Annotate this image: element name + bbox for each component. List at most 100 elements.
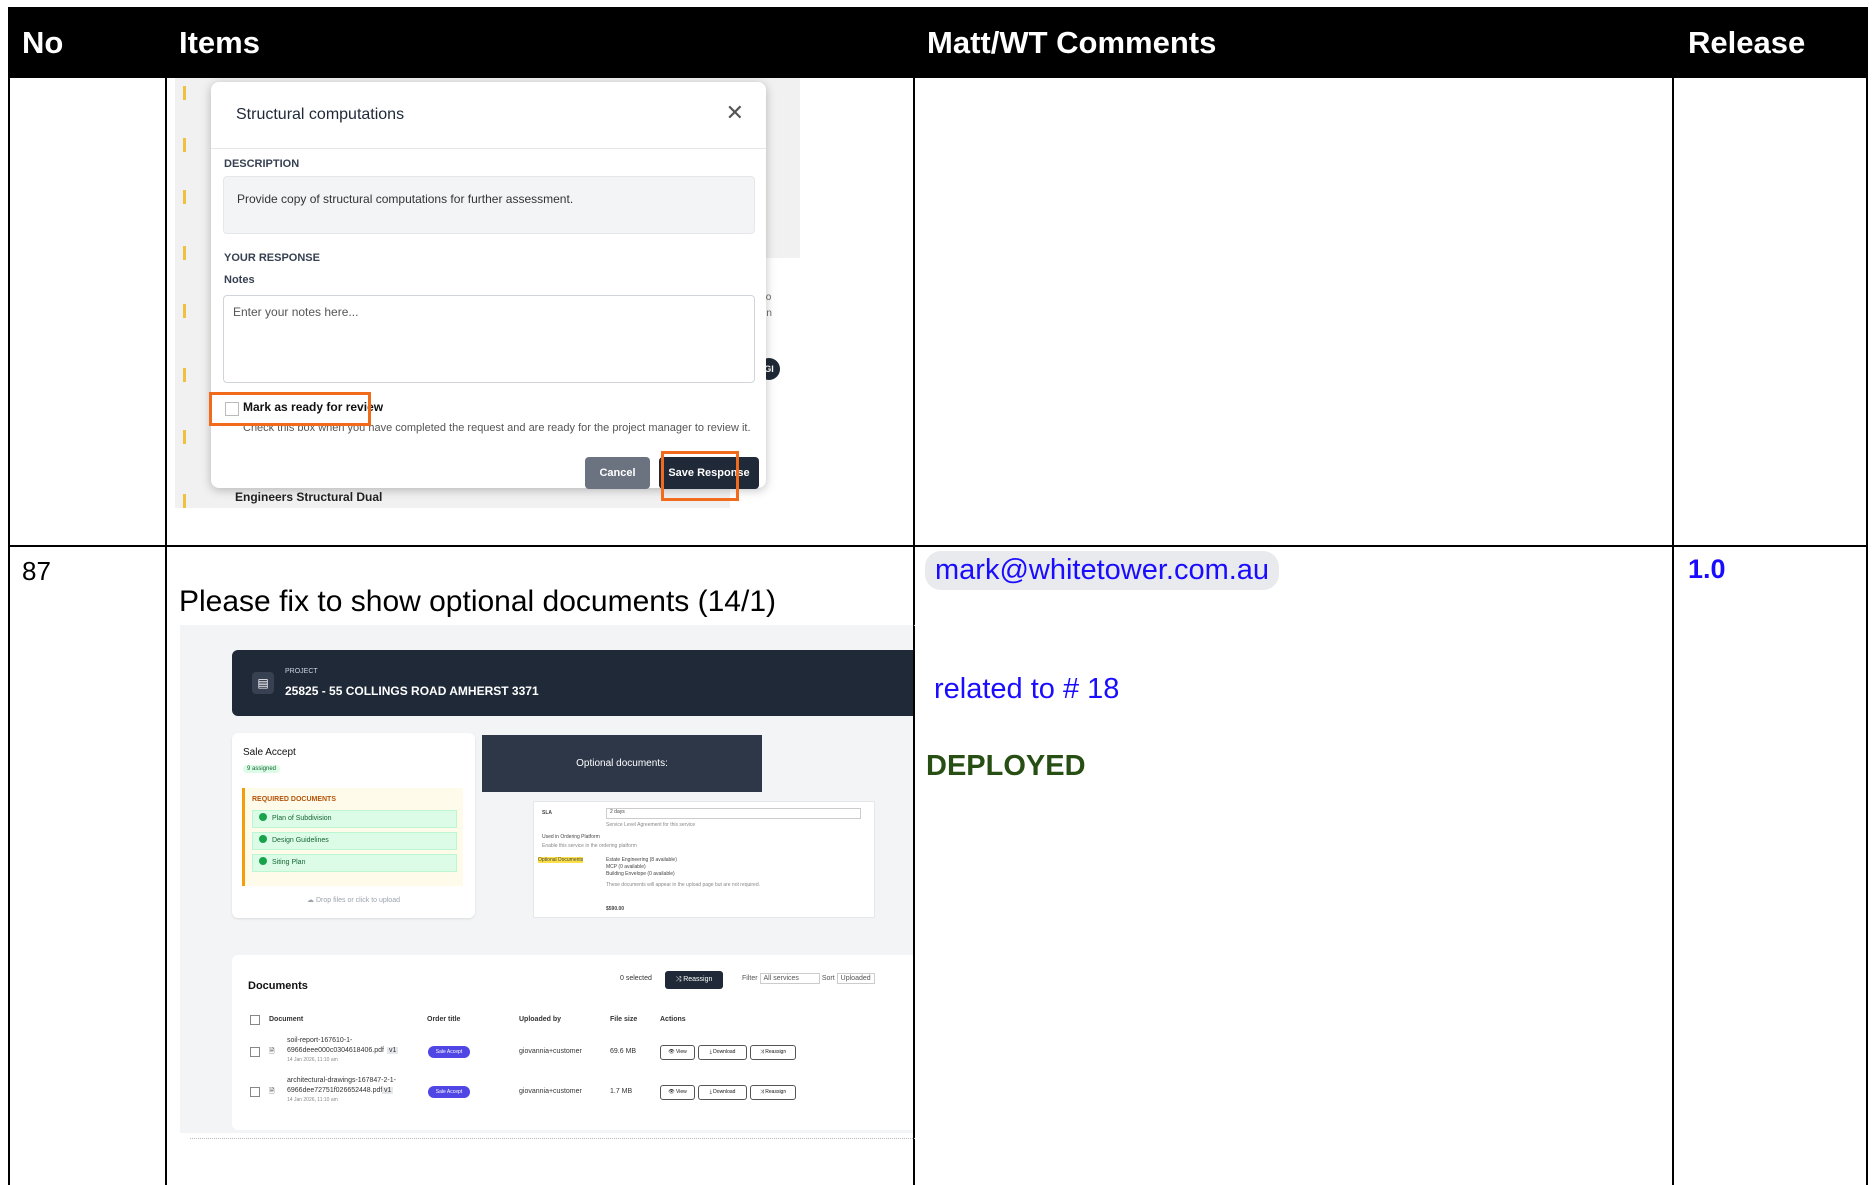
view-label: View bbox=[676, 1089, 687, 1095]
download-label: Download bbox=[713, 1089, 736, 1095]
download-button[interactable]: ⤓ Download bbox=[698, 1085, 747, 1100]
select-all-checkbox[interactable] bbox=[250, 1015, 260, 1025]
col-actions: Actions bbox=[660, 1016, 686, 1023]
filter-select[interactable]: All services bbox=[759, 973, 820, 984]
reassign-button[interactable]: ⤨ Reassign bbox=[665, 971, 723, 989]
check-circle-icon bbox=[259, 835, 267, 843]
item-text: Please fix to show optional documents (1… bbox=[179, 585, 776, 618]
yellow-marker bbox=[183, 494, 186, 508]
service-card: Sale Accept 9 assigned REQUIRED DOCUMENT… bbox=[232, 733, 475, 918]
check-circle-icon bbox=[259, 813, 267, 821]
view-button[interactable]: 👁 View bbox=[660, 1045, 695, 1060]
version-badge: v1 bbox=[387, 1047, 399, 1054]
dropzone[interactable]: ☁ Drop files or click to upload bbox=[307, 896, 400, 904]
row-number: 87 bbox=[22, 556, 51, 586]
used-help: Enable this service in the ordering plat… bbox=[542, 843, 637, 849]
col-uploaded-by: Uploaded by bbox=[519, 1016, 562, 1023]
filter-controls[interactable]: Filter All services Sort Uploaded bbox=[742, 973, 875, 984]
required-item-label: Siting Plan bbox=[272, 859, 306, 866]
highlight-box bbox=[209, 392, 371, 426]
description-label: DESCRIPTION bbox=[224, 158, 300, 170]
assigned-badge: 9 assigned bbox=[243, 765, 281, 773]
notes-input[interactable]: Enter your notes here... bbox=[223, 295, 755, 383]
header-comments: Matt/WT Comments bbox=[927, 25, 1217, 60]
required-header: REQUIRED DOCUMENTS bbox=[252, 796, 337, 803]
project-label: PROJECT bbox=[285, 668, 318, 675]
doc-name[interactable]: soil-report-167610-1- bbox=[287, 1037, 352, 1044]
uploader: giovannia+customer bbox=[519, 1088, 582, 1095]
download-label: Download bbox=[713, 1049, 736, 1055]
required-item: Plan of Subdivision bbox=[252, 810, 457, 828]
documents-screenshot: ▤ PROJECT 25825 - 55 COLLINGS ROAD AMHER… bbox=[180, 625, 913, 1133]
optional-docs-label: Optional Documents bbox=[538, 857, 584, 863]
grid-line bbox=[8, 78, 10, 1185]
required-item: Siting Plan bbox=[252, 854, 457, 872]
structural-modal: Structural computations ✕ DESCRIPTION Pr… bbox=[211, 82, 766, 489]
used-in-ordering: Used in Ordering Platform bbox=[542, 834, 600, 840]
yellow-marker bbox=[183, 138, 186, 152]
grid-line bbox=[8, 545, 1868, 547]
doc-name[interactable]: architectural-drawings-167847-2-1- bbox=[287, 1077, 396, 1084]
uploader: giovannia+customer bbox=[519, 1048, 582, 1055]
col-order-title: Order title bbox=[427, 1016, 461, 1023]
divider bbox=[211, 148, 766, 149]
check-circle-icon bbox=[259, 857, 267, 865]
grid-line bbox=[913, 78, 915, 1185]
row-reassign-button[interactable]: ⤨ Reassign bbox=[750, 1045, 796, 1060]
email-chip[interactable]: mark@whitetower.com.au bbox=[925, 551, 1280, 590]
order-badge: Sale Accept bbox=[428, 1046, 470, 1058]
doc-name[interactable]: 6966dee72751f026652448.pdf bbox=[287, 1087, 382, 1094]
yellow-marker bbox=[183, 86, 186, 100]
grid-line bbox=[1672, 78, 1674, 1185]
notes-placeholder: Enter your notes here... bbox=[233, 305, 359, 319]
doc-date: 14 Jan 2026, 11:10 am bbox=[287, 1057, 338, 1063]
sort-select[interactable]: Uploaded bbox=[836, 973, 875, 984]
response-label: YOUR RESPONSE bbox=[224, 252, 320, 264]
view-button[interactable]: 👁 View bbox=[660, 1085, 695, 1100]
view-label: View bbox=[676, 1049, 687, 1055]
download-button[interactable]: ⤓ Download bbox=[698, 1045, 747, 1060]
drop-text: Drop files or click to upload bbox=[315, 897, 400, 904]
filter-label: Filter bbox=[742, 975, 758, 982]
status-deployed: DEPLOYED bbox=[926, 750, 1086, 782]
required-item: Design Guidelines bbox=[252, 832, 457, 850]
row-checkbox[interactable] bbox=[250, 1047, 260, 1057]
col-file-size: File size bbox=[610, 1016, 638, 1023]
service-settings-inset: SLA 2 days Service Level Agreement for t… bbox=[533, 801, 875, 918]
required-item-label: Plan of Subdivision bbox=[272, 815, 332, 822]
file-icon: 🗎 bbox=[269, 1048, 275, 1055]
description-box: Provide copy of structural computations … bbox=[223, 176, 755, 234]
row-reassign-button[interactable]: ⤨ Reassign bbox=[750, 1085, 796, 1100]
optional-doc-item: Estate Engineering (8 available) bbox=[606, 857, 677, 863]
cancel-button[interactable]: Cancel bbox=[585, 457, 650, 489]
grid-line bbox=[1866, 78, 1868, 1185]
optional-help: These documents will appear in the uploa… bbox=[606, 882, 760, 888]
release-version: 1.0 bbox=[1688, 554, 1726, 584]
row-checkbox[interactable] bbox=[250, 1087, 260, 1097]
header-no: No bbox=[22, 25, 64, 60]
related-link[interactable]: related to # 18 bbox=[934, 673, 1119, 706]
modal-title: Structural computations bbox=[236, 106, 405, 123]
project-name: 25825 - 55 COLLINGS ROAD AMHERST 3371 bbox=[285, 684, 539, 698]
header-release: Release bbox=[1688, 25, 1806, 60]
documents-panel: Documents 0 selected ⤨ Reassign Filter A… bbox=[232, 955, 913, 1130]
close-icon[interactable]: ✕ bbox=[726, 100, 744, 126]
col-document: Document bbox=[269, 1016, 304, 1023]
doc-name[interactable]: 6966deee000c0304618406.pdf bbox=[287, 1047, 384, 1054]
optional-doc-item: Building Envelope (0 available) bbox=[606, 871, 675, 877]
sla-select[interactable]: 2 days bbox=[606, 808, 861, 819]
yellow-marker bbox=[183, 430, 186, 444]
optional-doc-item: MCP (0 available) bbox=[606, 864, 646, 870]
table-header: No Items Matt/WT Comments Release bbox=[8, 7, 1868, 78]
file-size: 69.6 MB bbox=[610, 1048, 637, 1055]
reassign-label: Reassign bbox=[683, 976, 713, 983]
selected-count: 0 selected bbox=[620, 975, 652, 982]
yellow-marker bbox=[183, 304, 186, 318]
sort-label: Sort bbox=[821, 975, 835, 982]
optional-documents-callout: Optional documents: bbox=[482, 735, 762, 792]
notes-label: Notes bbox=[224, 274, 255, 286]
required-item-label: Design Guidelines bbox=[272, 837, 329, 844]
building-icon: ▤ bbox=[252, 672, 274, 694]
version-badge: v1 bbox=[382, 1087, 394, 1094]
yellow-marker bbox=[183, 246, 186, 260]
